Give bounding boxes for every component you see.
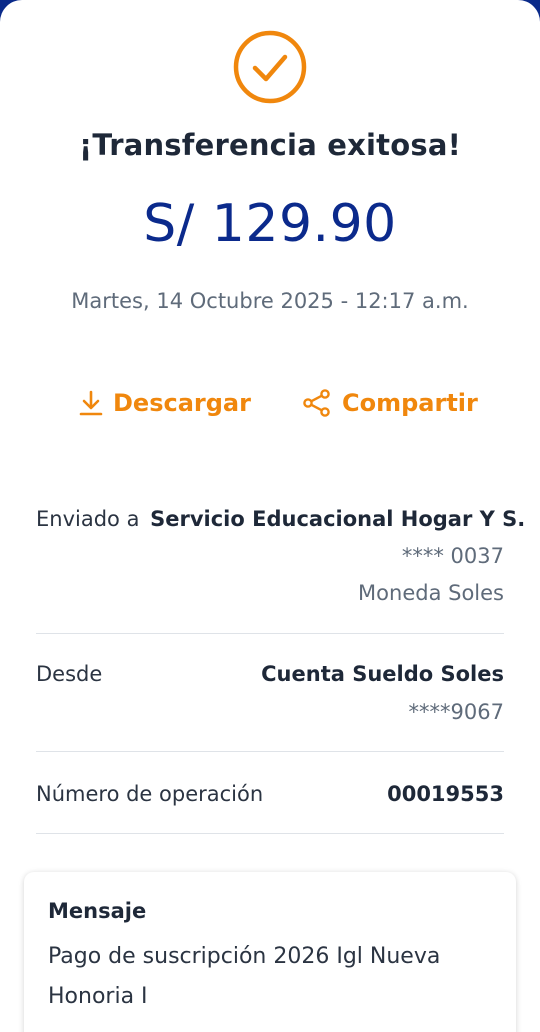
from-label: Desde xyxy=(36,662,103,686)
share-button[interactable]: Compartir xyxy=(302,383,478,423)
sent-to-label: Enviado a xyxy=(36,507,140,531)
operation-label: Número de operación xyxy=(36,782,264,806)
page-title: ¡Transferencia exitosa! xyxy=(78,128,462,162)
success-check-icon xyxy=(233,30,307,104)
divider xyxy=(36,633,504,634)
divider xyxy=(36,751,504,752)
transfer-amount: S/ 129.90 xyxy=(143,194,397,254)
from-account-number: ****9067 xyxy=(408,700,504,724)
divider xyxy=(36,833,504,834)
recipient-name: Servicio Educacional Hogar Y S. xyxy=(150,507,526,531)
share-icon xyxy=(303,389,330,417)
download-button[interactable]: Descargar xyxy=(79,383,251,423)
transfer-datetime: Martes, 14 Octubre 2025 - 12:17 a.m. xyxy=(71,289,469,313)
download-icon xyxy=(79,390,103,416)
download-label: Descargar xyxy=(113,389,251,417)
share-label: Compartir xyxy=(342,389,478,417)
message-title: Mensaje xyxy=(48,899,147,923)
recipient-currency: Moneda Soles xyxy=(358,581,504,605)
message-card: Mensaje Pago de suscripción 2026 Igl Nue… xyxy=(24,872,516,1032)
from-account-name: Cuenta Sueldo Soles xyxy=(261,662,504,686)
message-body: Pago de suscripción 2026 Igl Nueva Honor… xyxy=(48,944,441,1009)
sent-to-row: Enviado a Servicio Educacional Hogar Y S… xyxy=(36,507,525,531)
recipient-account: **** 0037 xyxy=(401,544,504,568)
operation-number: 00019553 xyxy=(387,782,504,806)
transfer-receipt-card: ¡Transferencia exitosa! S/ 129.90 Martes… xyxy=(0,0,540,1032)
